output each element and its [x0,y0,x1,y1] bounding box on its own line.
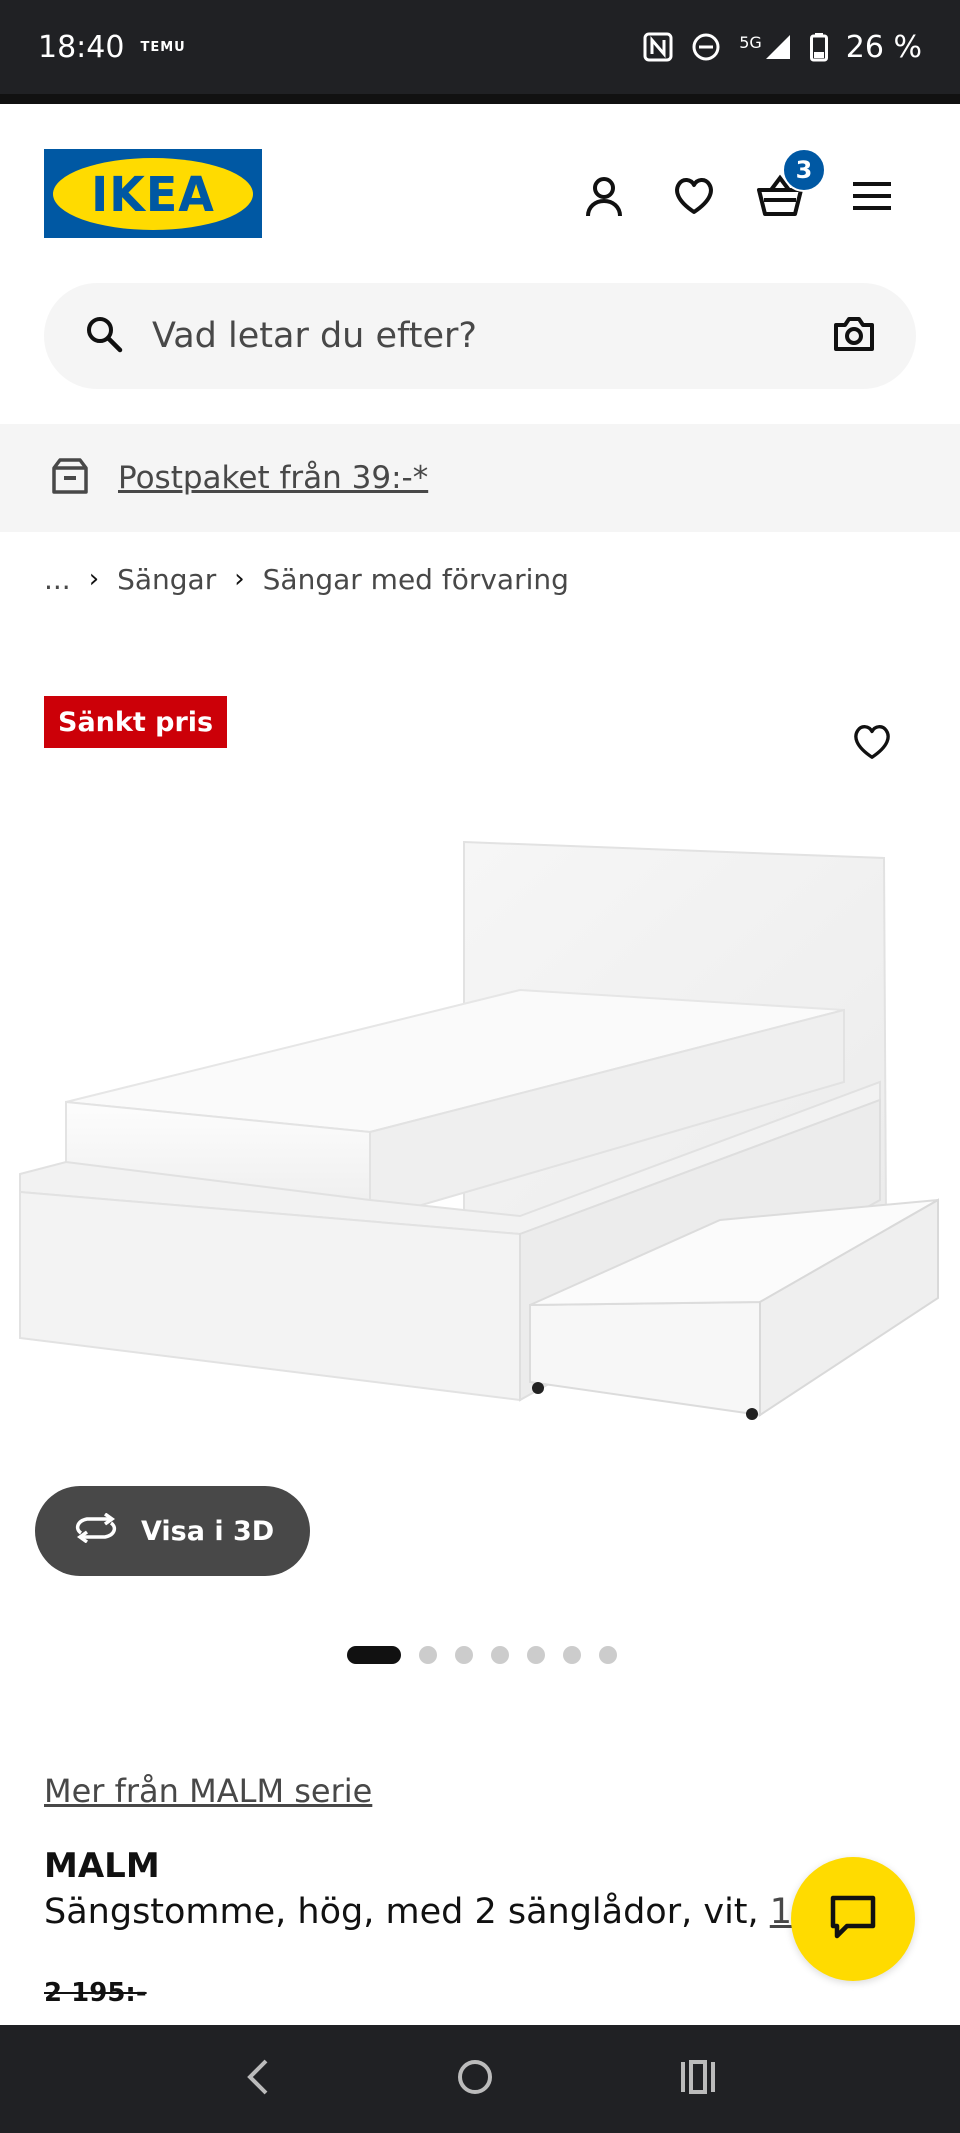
cart-count-badge: 3 [782,148,826,192]
search-bar[interactable]: Vad letar du efter? [44,283,916,389]
temu-notification-icon: TEMU [140,39,186,55]
battery-icon [809,32,828,62]
image-carousel-pagination [347,1646,617,1664]
rotate-3d-icon [73,1512,119,1550]
product-name: MALM [44,1846,160,1886]
chat-bubble-icon [829,1894,877,1944]
battery-level: 26 % [845,29,922,65]
view-in-3d-label: Visa i 3D [141,1515,275,1547]
view-in-3d-button[interactable]: Visa i 3D [35,1486,310,1576]
signal-icon: 5G [739,33,792,61]
logo-text: IKEA [91,165,215,222]
search-icon [84,314,124,358]
carousel-dot[interactable] [563,1646,581,1664]
divider [0,94,960,104]
reduced-price-badge: Sänkt pris [44,696,228,748]
carousel-dot[interactable] [347,1646,401,1664]
carousel-dot[interactable] [419,1646,437,1664]
chevron-right-icon: › [234,564,245,594]
user-icon[interactable] [576,168,632,224]
product-image[interactable] [0,820,960,1440]
logo-oval: IKEA [53,157,253,230]
carousel-dot[interactable] [599,1646,617,1664]
site-header: IKEA [0,104,960,284]
dnd-icon [691,32,721,62]
breadcrumb-item-beds[interactable]: Sängar [117,563,216,596]
status-bar: 18:40 TEMU 5G 26 % [0,0,960,94]
search-input[interactable]: Vad letar du efter? [152,316,832,356]
status-time: 18:40 [38,29,125,65]
chevron-right-icon: › [88,564,100,594]
product-description-text: Sängstomme, hög, med 2 sänglådor, vit, [44,1892,770,1932]
heart-icon[interactable] [666,168,722,224]
parcel-icon [50,456,90,500]
carousel-dot[interactable] [491,1646,509,1664]
camera-icon[interactable] [832,315,876,357]
previous-price: 2 195:- [44,1978,147,2008]
product-description: Sängstomme, hög, med 2 sänglådor, vit, 1… [44,1892,857,1932]
shipping-promo-banner[interactable]: Postpaket från 39:-* [0,424,960,532]
menu-icon[interactable] [844,168,900,224]
promo-link[interactable]: Postpaket från 39:-* [118,460,428,496]
carousel-dot[interactable] [527,1646,545,1664]
breadcrumb-item-more[interactable]: ... [44,563,71,596]
ikea-logo[interactable]: IKEA [44,149,262,238]
carousel-dot[interactable] [455,1646,473,1664]
system-navigation-bar [0,2025,960,2133]
nfc-icon [643,32,673,62]
recent-apps-icon[interactable] [678,2059,718,2099]
add-to-favourites-heart-icon[interactable] [846,716,898,768]
home-icon[interactable] [455,2057,495,2101]
breadcrumb: ... › Sängar › Sängar med förvaring [44,558,569,600]
chat-button[interactable] [791,1857,915,1981]
network-type: 5G [739,33,762,52]
back-icon[interactable] [242,2057,272,2101]
breadcrumb-item-storage-beds[interactable]: Sängar med förvaring [263,563,569,596]
series-link[interactable]: Mer från MALM serie [44,1772,372,1810]
